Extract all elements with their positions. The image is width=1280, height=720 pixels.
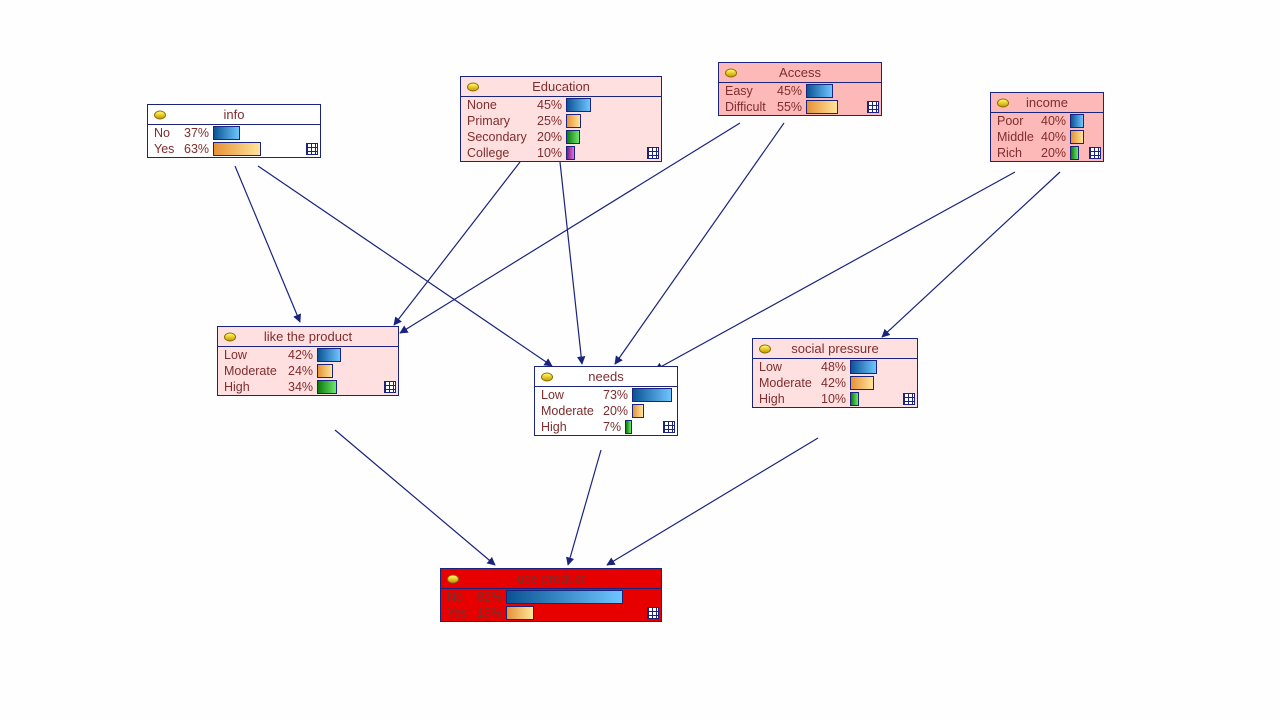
node-title: needs [588,369,623,384]
node-social-pressure[interactable]: social pressure Low48% Moderate42% High1… [752,338,918,408]
node-income[interactable]: income Poor40% Middle40% Rich20% [990,92,1104,162]
table-icon [867,101,879,113]
tag-icon [467,82,479,91]
node-title: income [1026,95,1068,110]
node-title: like the product [264,329,352,344]
table-icon [306,143,318,155]
table-icon [647,607,659,619]
diagram-canvas: info No37% Yes63% Education None45% Prim… [0,0,1280,720]
node-needs[interactable]: needs Low73% Moderate20% High7% [534,366,678,436]
node-title: social pressure [791,341,878,356]
node-title: Education [532,79,590,94]
node-info[interactable]: info No37% Yes63% [147,104,321,158]
node-title: Access [779,65,821,80]
table-icon [663,421,675,433]
tag-icon [759,344,771,353]
tag-icon [154,110,166,119]
table-icon [384,381,396,393]
tag-icon [541,372,553,381]
tag-icon [224,332,236,341]
table-icon [647,147,659,159]
node-use-product[interactable]: use product No82% Yes18% [440,568,662,622]
node-education[interactable]: Education None45% Primary25% Secondary20… [460,76,662,162]
node-access[interactable]: Access Easy45% Difficult55% [718,62,882,116]
table-icon [1089,147,1101,159]
node-title: info [224,107,245,122]
tag-icon [725,68,737,77]
tag-icon [997,98,1009,107]
tag-icon [447,574,459,583]
table-icon [903,393,915,405]
node-title: use product [517,571,585,586]
node-like-product[interactable]: like the product Low42% Moderate24% High… [217,326,399,396]
